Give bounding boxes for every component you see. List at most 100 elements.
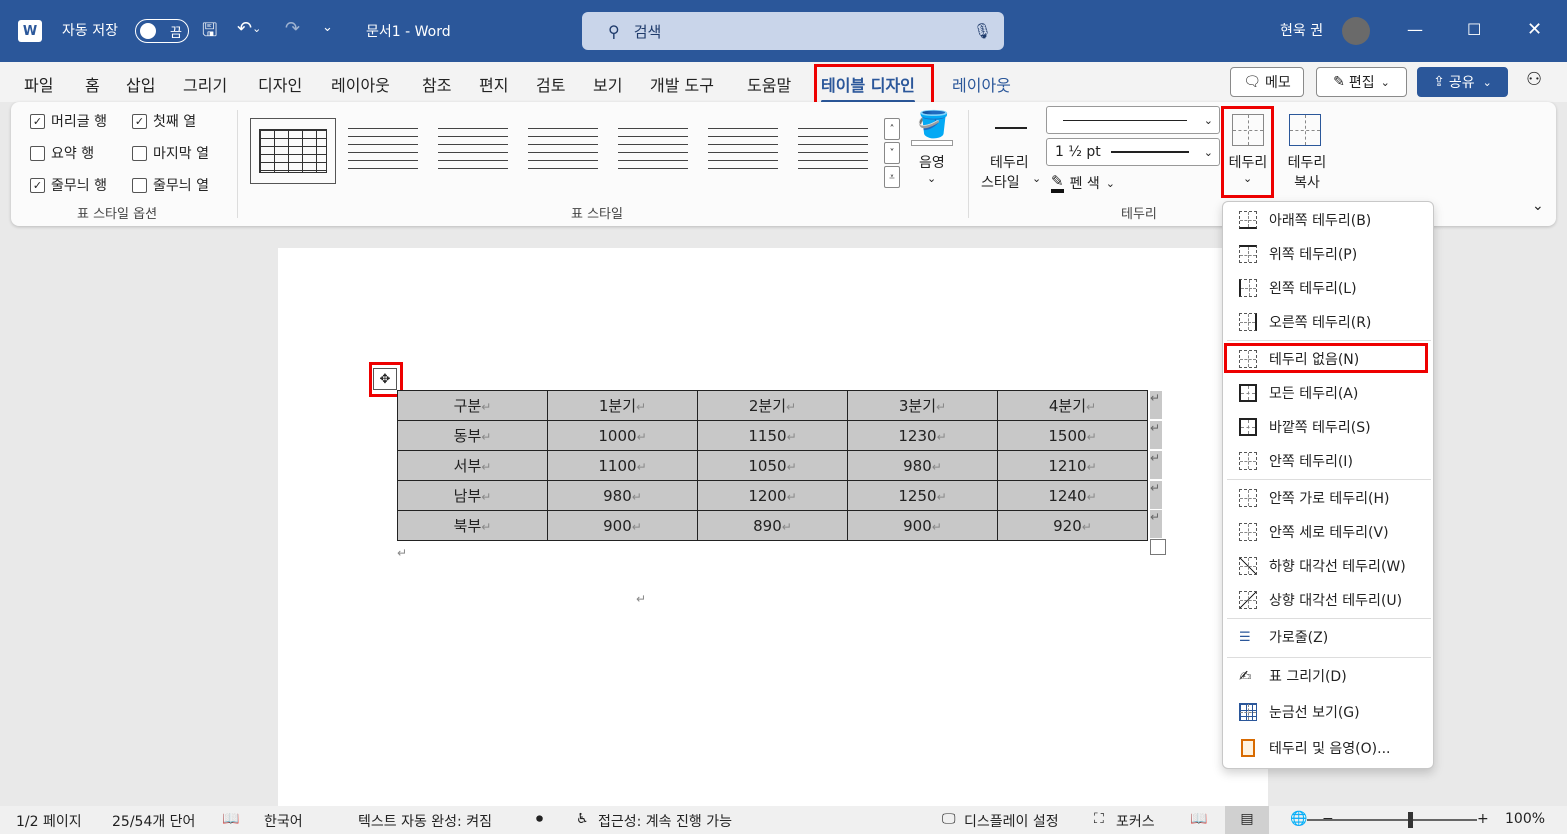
accessibility-status[interactable]: 접근성: 계속 진행 가능 (598, 811, 732, 831)
menu-diagonal-down-border[interactable]: 하향 대각선 테두리(W) (1223, 550, 1433, 582)
checkbox-banded-rows[interactable]: ✓ (30, 177, 45, 193)
menu-inside-borders[interactable]: 안쪽 테두리(I) (1223, 445, 1433, 477)
table-cell[interactable]: 서부↵ (397, 450, 548, 481)
line-weight-dropdown[interactable]: 1 ½ pt ⌄ (1046, 138, 1220, 166)
table-cell[interactable]: 920↵ (997, 510, 1148, 541)
close-icon[interactable]: ✕ (1527, 19, 1542, 40)
checkbox-total-row[interactable] (30, 145, 45, 161)
page-count[interactable]: 1/2 페이지 (16, 811, 82, 831)
display-settings[interactable]: 디스플레이 설정 (964, 811, 1059, 831)
table-cell[interactable]: 1000↵ (547, 420, 698, 451)
table-cell[interactable]: 900↵ (547, 510, 698, 541)
word-count[interactable]: 25/54개 단어 (112, 811, 195, 831)
table-cell[interactable]: 890↵ (697, 510, 848, 541)
tab-file[interactable]: 파일 (24, 72, 53, 96)
zoom-slider[interactable] (1307, 819, 1477, 821)
table-style-7[interactable] (790, 118, 876, 184)
checkbox-last-column[interactable] (132, 145, 147, 161)
tab-layout[interactable]: 레이아웃 (331, 72, 390, 96)
table-cell[interactable]: 1100↵ (547, 450, 698, 481)
checkbox-header-row[interactable]: ✓ (30, 113, 45, 129)
border-styles-label-1[interactable]: 테두리 (990, 152, 1029, 172)
gallery-up-icon[interactable]: ˄ (884, 118, 900, 140)
table-cell[interactable]: 북부↵ (397, 510, 548, 541)
proofing-icon[interactable]: 📖 (222, 811, 239, 827)
checkbox-banded-columns[interactable] (132, 177, 147, 193)
menu-inside-horizontal-border[interactable]: 안쪽 가로 테두리(H) (1223, 482, 1433, 514)
chevron-down-icon[interactable]: ⌄ (927, 172, 936, 185)
menu-horizontal-line[interactable]: ☰ 가로줄(Z) (1223, 621, 1433, 653)
data-table[interactable]: 구분↵ 1분기↵ 2분기↵ 3분기↵ 4분기↵ 동부↵ 1000↵ 1150↵ … (397, 390, 1148, 541)
tab-draw[interactable]: 그리기 (183, 72, 227, 96)
table-style-6[interactable] (700, 118, 786, 184)
option-banded-columns[interactable]: 줄무늬 열 (132, 175, 209, 195)
table-style-5[interactable] (610, 118, 696, 184)
border-painter-button[interactable]: 테두리 복사 (1277, 110, 1337, 196)
zoom-in-icon[interactable]: + (1477, 811, 1489, 827)
pen-color-button[interactable]: ✎ 펜 색 ⌄ (1051, 173, 1115, 193)
display-settings-icon[interactable]: 🖵 (942, 811, 956, 827)
tab-design[interactable]: 디자인 (258, 72, 302, 96)
save-icon[interactable]: 🖫 (202, 18, 217, 48)
gallery-more-icon[interactable]: ⩡ (884, 166, 900, 188)
user-name[interactable]: 현욱 권 (1280, 20, 1323, 40)
menu-diagonal-up-border[interactable]: 상향 대각선 테두리(U) (1223, 584, 1433, 616)
table-cell[interactable]: 1500↵ (997, 420, 1148, 451)
table-cell[interactable]: 2분기↵ (697, 390, 848, 421)
avatar[interactable] (1342, 17, 1370, 45)
table-cell[interactable]: 1250↵ (847, 480, 998, 511)
table-cell[interactable]: 1050↵ (697, 450, 848, 481)
tab-home[interactable]: 홈 (85, 72, 100, 96)
zoom-slider-thumb[interactable] (1408, 812, 1413, 828)
tab-help[interactable]: 도움말 (747, 72, 791, 96)
undo-icon[interactable]: ↶ ⌄ (237, 18, 261, 39)
table-cell[interactable]: 4분기↵ (997, 390, 1148, 421)
macro-icon[interactable]: ⏺ (536, 811, 543, 827)
table-cell[interactable]: 1230↵ (847, 420, 998, 451)
print-layout-icon[interactable]: ▤ (1225, 806, 1269, 834)
table-cell[interactable]: 1240↵ (997, 480, 1148, 511)
option-banded-rows[interactable]: ✓ 줄무늬 행 (30, 175, 107, 195)
customize-qat-icon[interactable]: ⌄ (322, 20, 333, 35)
menu-left-border[interactable]: 왼쪽 테두리(L) (1223, 272, 1433, 304)
table-style-2[interactable] (340, 118, 426, 184)
option-total-row[interactable]: 요약 행 (30, 143, 94, 163)
menu-all-borders[interactable]: 모든 테두리(A) (1223, 377, 1433, 409)
focus-icon[interactable]: ⛶ (1094, 811, 1104, 827)
language[interactable]: 한국어 (264, 811, 303, 831)
option-last-column[interactable]: 마지막 열 (132, 143, 209, 163)
table-cell[interactable]: 980↵ (847, 450, 998, 481)
table-resize-handle[interactable] (1150, 539, 1166, 555)
tab-references[interactable]: 참조 (422, 72, 451, 96)
menu-view-gridlines[interactable]: 눈금선 보기(G) (1223, 696, 1433, 728)
feedback-icon[interactable]: ⚇ (1526, 69, 1542, 90)
focus[interactable]: 포커스 (1116, 811, 1155, 831)
table-style-3[interactable] (430, 118, 516, 184)
text-predictions[interactable]: 텍스트 자동 완성: 켜짐 (358, 811, 492, 831)
line-style-dropdown[interactable]: ⌄ (1046, 106, 1220, 134)
border-styles-label-2[interactable]: 스타일 (981, 172, 1020, 192)
table-cell[interactable]: 남부↵ (397, 480, 548, 511)
menu-right-border[interactable]: 오른쪽 테두리(R) (1223, 306, 1433, 338)
minimize-icon[interactable]: — (1407, 20, 1423, 39)
collapse-ribbon-icon[interactable]: ⌄ (1532, 198, 1544, 214)
table-cell[interactable]: 1150↵ (697, 420, 848, 451)
web-layout-icon[interactable]: 🌐 (1290, 811, 1307, 827)
tab-developer[interactable]: 개발 도구 (650, 72, 714, 96)
menu-bottom-border[interactable]: 아래쪽 테두리(B) (1223, 204, 1433, 236)
tab-mailings[interactable]: 편지 (479, 72, 508, 96)
table-cell[interactable]: 1분기↵ (547, 390, 698, 421)
table-style-4[interactable] (520, 118, 606, 184)
chevron-down-icon[interactable]: ⌄ (1032, 172, 1041, 185)
tab-insert[interactable]: 삽입 (126, 72, 155, 96)
checkbox-first-column[interactable]: ✓ (132, 113, 147, 129)
menu-inside-vertical-border[interactable]: 안쪽 세로 테두리(V) (1223, 516, 1433, 548)
tab-view[interactable]: 보기 (593, 72, 622, 96)
menu-outside-borders[interactable]: 바깥쪽 테두리(S) (1223, 411, 1433, 443)
menu-borders-and-shading[interactable]: 테두리 및 음영(O)... (1223, 732, 1433, 764)
table-cell[interactable]: 1200↵ (697, 480, 848, 511)
microphone-icon[interactable]: 🎙 (973, 22, 992, 40)
option-first-column[interactable]: ✓ 첫째 열 (132, 111, 196, 131)
table-cell[interactable]: 구분↵ (397, 390, 548, 421)
comments-button[interactable]: 🗨 메모 (1230, 67, 1304, 97)
